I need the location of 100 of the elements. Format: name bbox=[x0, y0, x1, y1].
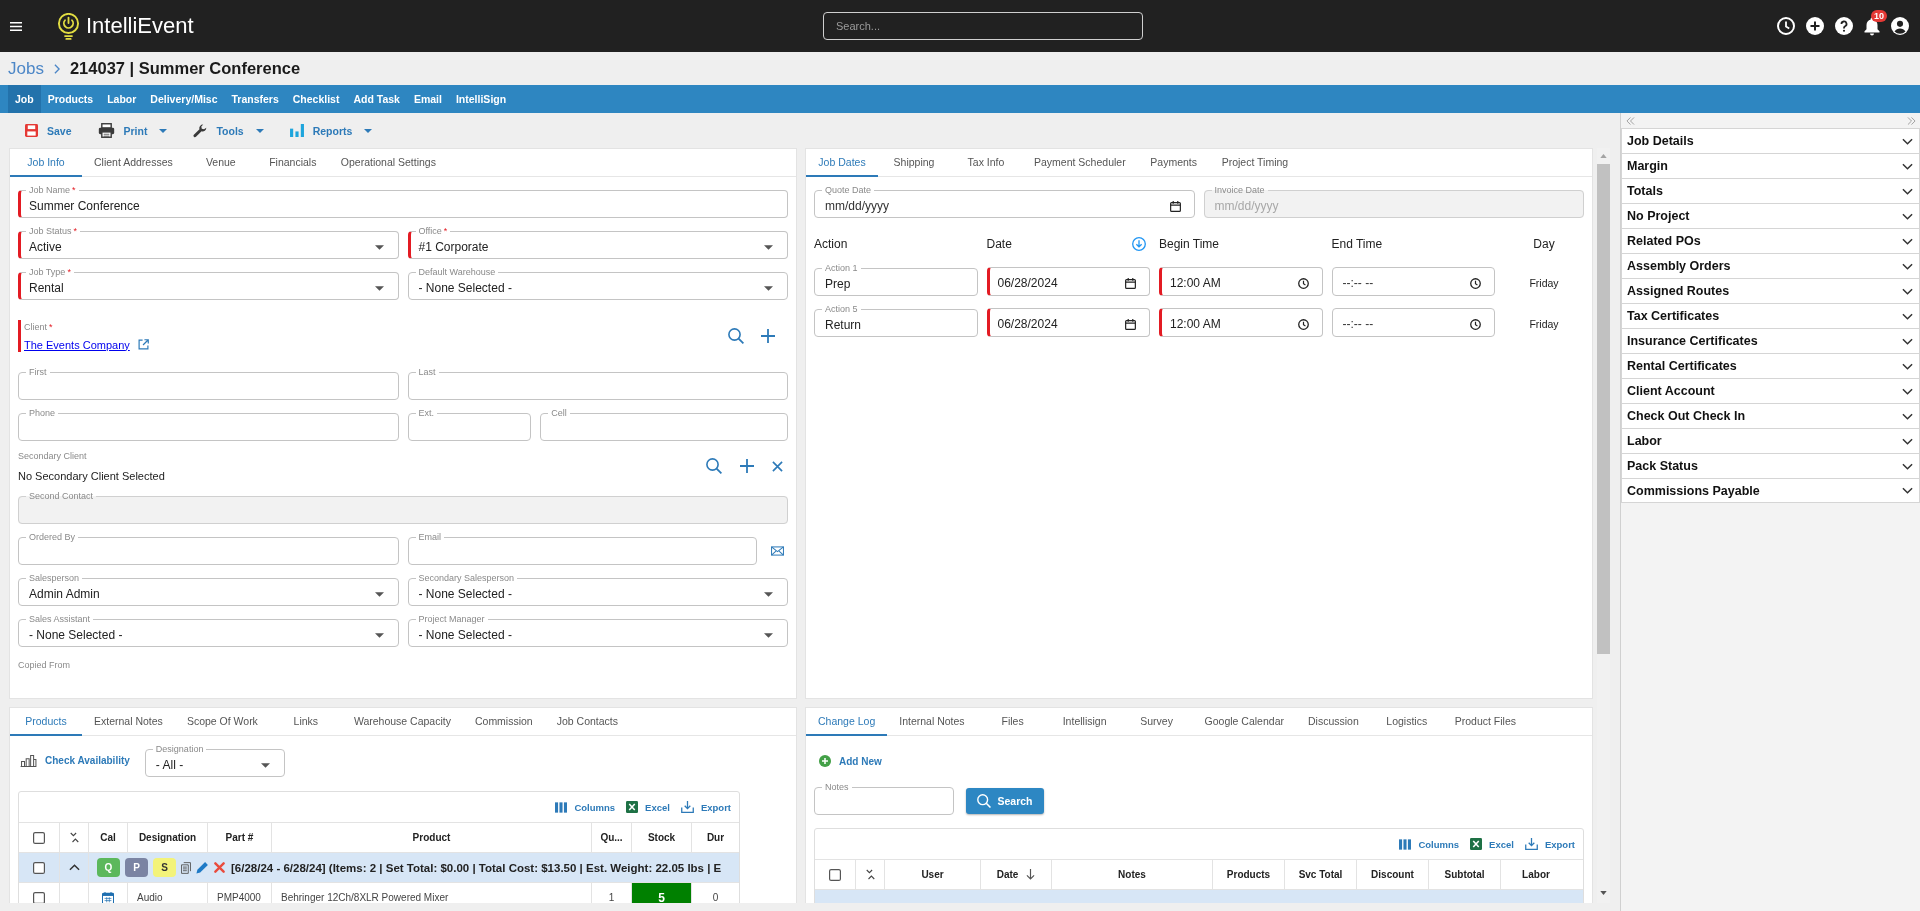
scroll-thumb[interactable] bbox=[1597, 164, 1610, 654]
clock-icon[interactable] bbox=[1470, 318, 1481, 330]
nav-tab[interactable]: Transfers bbox=[224, 85, 286, 113]
dropdown-caret-icon[interactable] bbox=[374, 244, 384, 250]
print-button[interactable]: Print bbox=[97, 119, 168, 142]
dropdown-caret-icon[interactable] bbox=[764, 591, 773, 597]
panel-tab[interactable]: Job Contacts bbox=[544, 708, 630, 736]
accordion-header[interactable]: Totals bbox=[1621, 178, 1920, 203]
panel-tab[interactable]: Scope Of Work bbox=[174, 708, 270, 736]
arrow-down-circle-icon[interactable] bbox=[1132, 237, 1146, 251]
add-icon[interactable] bbox=[761, 329, 775, 343]
nav-tab[interactable]: IntelliSign bbox=[448, 85, 514, 113]
clock-icon[interactable] bbox=[1470, 277, 1481, 289]
columns-button[interactable]: Columns bbox=[555, 801, 616, 813]
text-field[interactable]: Phone bbox=[18, 408, 399, 441]
accordion-header[interactable]: Related POs bbox=[1621, 228, 1920, 253]
dropdown-caret-icon[interactable] bbox=[374, 591, 384, 597]
dropdown-caret-icon[interactable] bbox=[764, 632, 773, 638]
nav-tab[interactable]: Add Task bbox=[346, 85, 407, 113]
nav-tab[interactable]: Email bbox=[406, 85, 449, 113]
panel-tab[interactable]: External Notes bbox=[82, 708, 175, 736]
text-field[interactable]: Ordered By bbox=[18, 532, 399, 565]
dropdown-caret-icon[interactable] bbox=[374, 632, 384, 638]
text-field[interactable]: Action 5 Return bbox=[814, 304, 978, 337]
calendar-icon[interactable] bbox=[1125, 318, 1136, 330]
search-field[interactable]: Search... bbox=[823, 12, 1143, 40]
checkbox[interactable] bbox=[33, 831, 45, 844]
external-link-icon[interactable] bbox=[137, 339, 149, 350]
panel-tab[interactable]: Links bbox=[269, 708, 342, 736]
accordion-header[interactable]: Labor bbox=[1621, 428, 1920, 453]
date-field[interactable]: Quote Date mm/dd/yyyy bbox=[814, 185, 1195, 218]
panel-tab[interactable]: Warehouse Capacity bbox=[341, 708, 463, 736]
checkbox[interactable] bbox=[33, 891, 45, 903]
panel-tab[interactable]: Product Files bbox=[1442, 708, 1529, 736]
dropdown-field[interactable]: Office * #1 Corporate bbox=[407, 226, 788, 259]
text-field[interactable]: First bbox=[18, 367, 399, 400]
text-field[interactable]: Notes bbox=[814, 782, 954, 815]
text-field[interactable]: Cell bbox=[540, 408, 788, 441]
panel-tab[interactable]: Job Dates bbox=[806, 149, 878, 177]
panel-tab[interactable]: Venue bbox=[184, 149, 257, 177]
client-link[interactable]: The Events Company bbox=[24, 338, 130, 351]
panel-tab[interactable]: Shipping bbox=[878, 149, 950, 177]
panel-tab[interactable]: Payments bbox=[1137, 149, 1210, 177]
dropdown-field[interactable]: Salesperson Admin Admin bbox=[18, 573, 399, 606]
add-circle-icon[interactable] bbox=[1806, 17, 1824, 35]
text-field[interactable]: Action 1 Prep bbox=[814, 263, 978, 296]
panel-tab[interactable]: Client Addresses bbox=[82, 149, 185, 177]
accordion-header[interactable]: No Project bbox=[1621, 203, 1920, 228]
panel-tab[interactable]: Survey bbox=[1120, 708, 1193, 736]
document-icon[interactable] bbox=[181, 861, 191, 874]
panel-tab[interactable]: Logistics bbox=[1370, 708, 1443, 736]
reports-button[interactable]: Reports bbox=[289, 119, 373, 142]
time-field[interactable]: 12:00 AM bbox=[1159, 308, 1323, 337]
checkbox[interactable] bbox=[33, 861, 45, 874]
calendar-icon[interactable] bbox=[1125, 277, 1136, 289]
add-icon[interactable] bbox=[740, 459, 754, 473]
panel-tab[interactable]: Payment Scheduler bbox=[1022, 149, 1138, 177]
accordion-header[interactable]: Margin bbox=[1621, 153, 1920, 178]
dropdown-field[interactable]: Designation - All - bbox=[144, 744, 285, 777]
text-field[interactable]: Ext. bbox=[407, 408, 532, 441]
accordion-header[interactable]: Pack Status bbox=[1621, 453, 1920, 478]
calendar-icon[interactable] bbox=[1169, 200, 1181, 212]
nav-tab[interactable]: Labor bbox=[100, 85, 144, 113]
dropdown-field[interactable]: Sales Assistant - None Selected - bbox=[18, 614, 399, 647]
help-icon[interactable] bbox=[1835, 17, 1853, 35]
envelope-icon[interactable] bbox=[771, 546, 784, 556]
clock-icon[interactable] bbox=[1297, 318, 1309, 330]
status-badge[interactable]: S bbox=[153, 858, 176, 877]
tools-button[interactable]: Tools bbox=[193, 119, 264, 142]
dropdown-field[interactable]: Secondary Salesperson - None Selected - bbox=[407, 573, 788, 606]
panel-tab[interactable]: Financials bbox=[256, 149, 329, 177]
check-availability-button[interactable]: Check Availability bbox=[18, 754, 130, 767]
panel-tab[interactable]: Discussion bbox=[1296, 708, 1371, 736]
status-badge[interactable]: P bbox=[125, 858, 148, 877]
nav-tab[interactable]: Job bbox=[8, 85, 41, 113]
time-field[interactable]: 12:00 AM bbox=[1159, 267, 1323, 296]
accordion-header[interactable]: Rental Certificates bbox=[1621, 353, 1920, 378]
panel-tab[interactable]: Commission bbox=[462, 708, 545, 736]
panel-tab[interactable]: Google Calendar bbox=[1192, 708, 1296, 736]
accordion-header[interactable]: Check Out Check In bbox=[1621, 403, 1920, 428]
date-field[interactable]: 06/28/2024 bbox=[986, 267, 1150, 296]
search-icon[interactable] bbox=[706, 458, 722, 474]
menu-icon[interactable] bbox=[10, 21, 22, 31]
time-field[interactable]: --:-- -- bbox=[1331, 308, 1495, 337]
panel-tab[interactable]: Job Info bbox=[10, 149, 82, 177]
dropdown-caret-icon[interactable] bbox=[764, 244, 773, 250]
arrow-down-icon[interactable] bbox=[1026, 869, 1036, 880]
dropdown-caret-icon[interactable] bbox=[260, 762, 270, 768]
expand-collapse-icon[interactable] bbox=[69, 832, 79, 843]
accordion-header[interactable]: Client Account bbox=[1621, 378, 1920, 403]
user-avatar-icon[interactable] bbox=[1891, 17, 1909, 35]
accordion-header[interactable]: Commissions Payable bbox=[1621, 478, 1920, 503]
checkbox[interactable] bbox=[829, 868, 841, 881]
export-button[interactable]: Export bbox=[680, 801, 731, 813]
save-button[interactable]: Save bbox=[25, 119, 72, 142]
chevron-up-icon[interactable] bbox=[68, 864, 80, 871]
panel-tab[interactable]: Operational Settings bbox=[328, 149, 448, 177]
panel-tab[interactable]: Products bbox=[10, 708, 82, 736]
panel-tab[interactable]: Project Timing bbox=[1209, 149, 1301, 177]
nav-tab[interactable]: Checklist bbox=[285, 85, 347, 113]
